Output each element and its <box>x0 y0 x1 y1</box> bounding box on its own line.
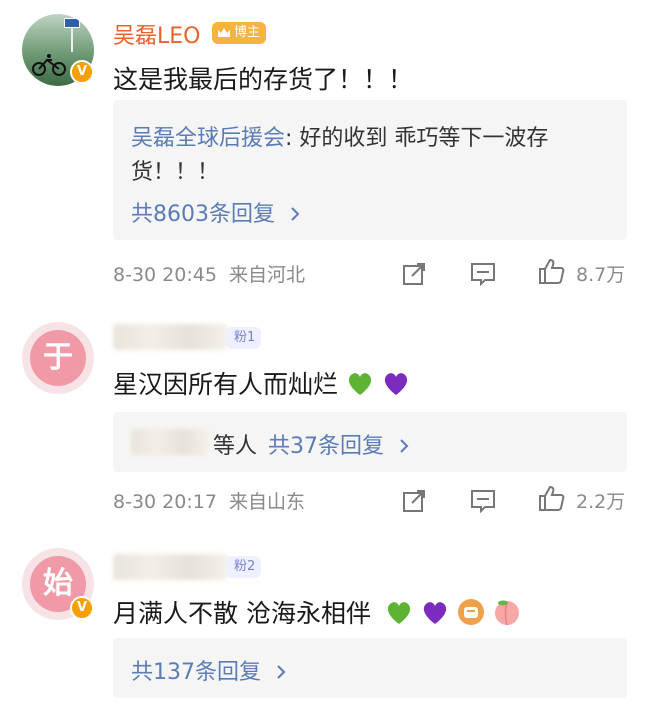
cute-face-icon <box>457 599 484 625</box>
comment-text-content: 星汉因所有人而灿烂 <box>113 370 339 399</box>
host-badge: 博主 <box>212 22 267 44</box>
reply-preview[interactable]: 吴磊全球后援会: 好的收到 乖巧等下一波存 货！！！ 共8603条回复 <box>113 100 627 240</box>
comment-location: 来自河北 <box>228 264 305 286</box>
purple-heart-icon <box>423 602 446 624</box>
comment-location: 来自山东 <box>228 491 305 513</box>
reply-count[interactable]: 共37条回复 <box>268 434 384 459</box>
crown-icon <box>218 28 230 37</box>
host-badge-label: 博主 <box>234 25 261 40</box>
comment-time: 8-30 20:17 <box>113 491 217 513</box>
chevron-right-icon <box>277 665 286 679</box>
reply-count: 共137条回复 <box>131 660 261 685</box>
thumbs-up-icon[interactable] <box>536 483 566 513</box>
comment-item: 于 粉1 星汉因所有人而灿烂 等人 共37条回复 8-30 20:17 来自山东… <box>0 305 660 530</box>
fan-badge-label: 粉1 <box>234 330 256 345</box>
comment-meta: 8-30 20:17 来自山东 <box>113 487 305 514</box>
like-count: 2.2万 <box>576 491 626 513</box>
reply-line: 等人 共37条回复 <box>213 428 411 460</box>
verified-badge-icon: V <box>70 596 94 620</box>
share-icon[interactable] <box>400 258 430 288</box>
fan-badge: 粉1 <box>226 327 262 349</box>
share-icon[interactable] <box>400 485 430 515</box>
avatar-glyph: 于 <box>30 330 86 386</box>
username-blurred <box>113 324 228 350</box>
reply-username[interactable]: 吴磊全球后援会 <box>131 126 285 151</box>
comment-text: 星汉因所有人而灿烂 <box>113 365 410 401</box>
like-count: 8.7万 <box>576 264 626 286</box>
fan-badge-label: 粉2 <box>234 559 256 574</box>
reply-count-link[interactable]: 共8603条回复 <box>131 196 302 228</box>
comment-meta: 8-30 20:45 来自河北 <box>113 260 305 287</box>
reply-line: 货！！！ <box>131 160 220 185</box>
reply-preview[interactable]: 共137条回复 <box>113 638 627 698</box>
bicycle-icon <box>32 54 66 76</box>
comment-time: 8-30 20:45 <box>113 264 217 286</box>
verified-badge-icon: V <box>70 60 94 84</box>
reply-count: 共8603条回复 <box>131 202 275 227</box>
comment-icon[interactable] <box>468 258 498 288</box>
comment-item: V 吴磊LEO 博主 这是我最后的存货了！！！ 吴磊全球后援会: 好的收到 乖巧… <box>0 0 660 305</box>
avatar[interactable]: 于 <box>22 322 94 394</box>
peach-icon <box>494 600 519 626</box>
green-heart-icon <box>348 373 372 395</box>
fan-badge: 粉2 <box>226 556 262 578</box>
reply-text: : 好的收到 乖巧等下一波存 <box>285 126 549 151</box>
username[interactable]: 吴磊LEO <box>113 18 200 50</box>
reply-suffix: 等人 <box>213 434 258 459</box>
chevron-right-icon <box>400 439 409 453</box>
purple-heart-icon <box>384 373 408 395</box>
chevron-right-icon <box>291 207 300 221</box>
reply-preview[interactable]: 等人 共37条回复 <box>113 412 627 472</box>
thumbs-up-icon[interactable] <box>536 256 566 286</box>
comment-text: 月满人不散 沧海永相伴 <box>113 594 521 630</box>
sign-pole-shape <box>71 28 73 52</box>
comment-icon[interactable] <box>468 485 498 515</box>
username-blurred <box>113 554 228 580</box>
comment-text-content: 月满人不散 沧海永相伴 <box>113 599 371 628</box>
comment-item: 始 V 粉2 月满人不散 沧海永相伴 共137条回复 <box>0 530 660 705</box>
green-heart-icon <box>387 602 411 624</box>
reply-line: 吴磊全球后援会: 好的收到 乖巧等下一波存 <box>131 120 548 152</box>
reply-username-blurred <box>131 429 209 455</box>
road-sign-shape <box>64 18 80 28</box>
reply-count-link[interactable]: 共137条回复 <box>131 654 288 686</box>
comment-text: 这是我最后的存货了！！！ <box>113 65 414 94</box>
